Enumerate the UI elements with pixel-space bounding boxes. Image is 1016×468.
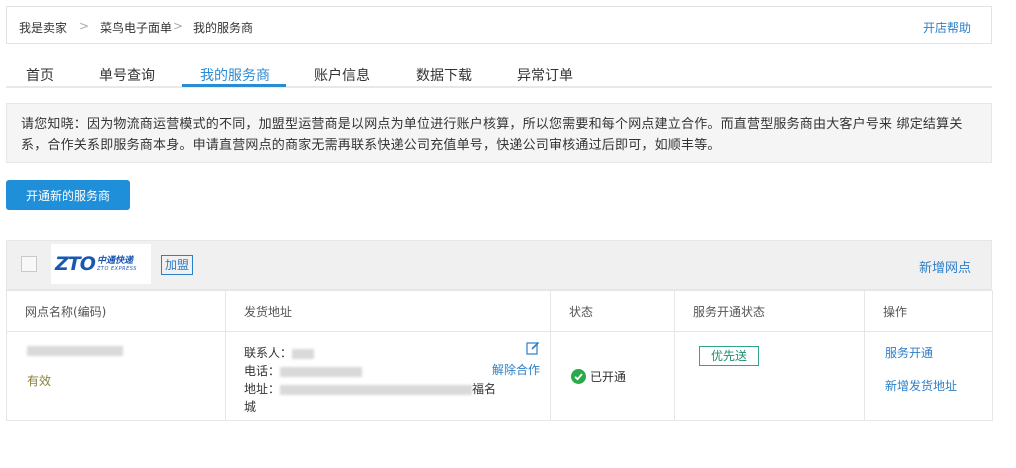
logo-mark: ZTO [55,253,96,275]
tab-tracking-query[interactable]: 单号查询 [99,65,155,85]
logo-en-text: ZTO EXPRESS [97,266,137,272]
tab-bar: 首页 单号查询 我的服务商 账户信息 数据下载 异常订单 [6,60,992,88]
open-new-provider-button[interactable]: 开通新的服务商 [6,180,130,210]
breadcrumb: 我是卖家 > 菜鸟电子面单 > 我的服务商 开店帮助 [6,6,992,44]
priority-delivery-badge: 优先送 [699,346,759,366]
status-cell: 已开通 [550,331,675,421]
status-opened: 已开通 [571,368,626,385]
address-end: 城 [244,400,257,414]
col-node-name: 网点名称(编码) [6,290,226,332]
tab-my-providers[interactable]: 我的服务商 [200,65,270,85]
redacted-address [280,384,473,395]
edit-icon[interactable] [526,341,540,355]
tab-account-info[interactable]: 账户信息 [314,65,370,85]
actions-cell: 服务开通 新增发货地址 [864,331,993,421]
service-status-cell: 优先送 [674,331,865,421]
address-cell: 联系人： 电话： 地址： 福名 城 解除合作 [225,331,551,421]
node-table: 网点名称(编码) 发货地址 状态 服务开通状态 操作 有效 联系人： 电话： 地… [6,290,993,421]
node-name-cell: 有效 [6,331,226,421]
franchise-badge: 加盟 [161,255,194,275]
check-circle-icon [571,369,586,384]
active-tab-indicator [182,84,286,87]
tab-divider [6,86,992,88]
service-open-link[interactable]: 服务开通 [885,344,933,361]
logo-cn-text: 中通快递 [97,256,134,266]
redacted-phone [280,366,363,377]
node-valid-status: 有效 [27,374,52,388]
notice-box: 请您知晓：因为物流商运营模式的不同，加盟型运营商是以网点为单位进行账户核算，所以… [6,103,992,163]
zto-logo: ZTO 中通快递 ZTO EXPRESS [51,244,151,284]
add-node-link[interactable]: 新增网点 [919,257,971,276]
notice-text: 请您知晓：因为物流商运营模式的不同，加盟型运营商是以网点为单位进行账户核算，所以… [21,117,963,153]
table-header-row: 网点名称(编码) 发货地址 状态 服务开通状态 操作 [6,290,993,332]
breadcrumb-item-my-providers: 我的服务商 [193,21,254,35]
add-ship-address-link[interactable]: 新增发货地址 [885,377,957,394]
address-tail: 福名 [472,382,497,396]
tab-exception-orders[interactable]: 异常订单 [517,65,573,85]
breadcrumb-item-seller[interactable]: 我是卖家 [19,19,67,36]
col-status: 状态 [550,290,675,332]
unbind-link[interactable]: 解除合作 [492,361,540,378]
breadcrumb-item-waybill[interactable]: 菜鸟电子面单 [100,19,172,36]
col-actions: 操作 [864,290,993,332]
help-link[interactable]: 开店帮助 [923,19,971,36]
col-ship-address: 发货地址 [225,290,551,332]
provider-header: ZTO 中通快递 ZTO EXPRESS 加盟 新增网点 [6,240,992,290]
collapse-checkbox[interactable] [21,256,37,272]
tab-home[interactable]: 首页 [26,65,54,87]
address-label: 地址： [244,382,281,396]
redacted-contact [292,348,315,359]
breadcrumb-separator: > [79,19,90,33]
col-service-status: 服务开通状态 [674,290,865,332]
contact-label: 联系人： [244,346,293,360]
redacted-node-name [27,346,123,356]
breadcrumb-separator: > [173,19,184,33]
tab-data-download[interactable]: 数据下载 [416,65,472,85]
table-row: 有效 联系人： 电话： 地址： 福名 城 解除合作 已开通 优先送 服务开通 新… [6,331,993,421]
address-block: 联系人： 电话： 地址： 福名 城 [244,344,540,416]
phone-label: 电话： [244,364,281,378]
status-opened-text: 已开通 [590,370,627,384]
